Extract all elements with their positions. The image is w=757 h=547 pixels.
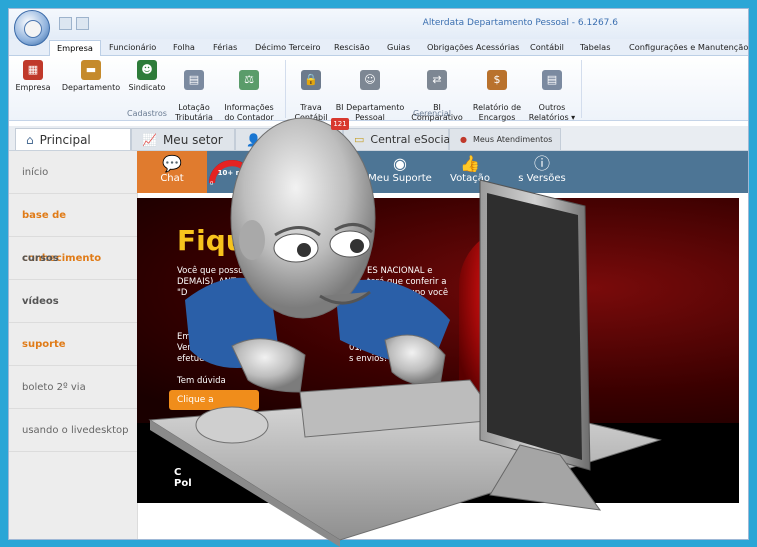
tab-meu-gerente[interactable]: 👤 Meu Gerente	[235, 128, 345, 150]
gauge-min: 0	[210, 181, 214, 187]
tab-funcionario[interactable]: Funcionário	[109, 40, 156, 55]
tab-principal[interactable]: ⌂ Principal	[15, 128, 131, 150]
sidebar-item-boleto[interactable]: boleto 2º via	[9, 366, 137, 409]
support-toolbar: 💬 Chat 10+ min 0 10+ ◉ Meu Suporte 👍 Vot…	[137, 151, 748, 193]
tab-folha[interactable]: Folha	[173, 40, 195, 55]
group-label-cadastros: Cadastros	[127, 109, 167, 118]
banner-title: Fiqu	[177, 224, 246, 257]
meu-suporte-button[interactable]: ◉ Meu Suporte	[365, 154, 435, 185]
sindicato-button[interactable]: ☻ Sindicato	[125, 60, 169, 93]
sidebar-item-base-de-conhecimento[interactable]: base de conhecimento	[9, 194, 137, 264]
informacoes-contador-button[interactable]: ⚖ Informações do Contador	[221, 60, 277, 133]
title-bar: Alterdata Departamento Pessoal - 6.1267.…	[9, 9, 748, 40]
thumbs-icon: 👍	[460, 154, 480, 173]
group-label-gerencial: Gerencial	[413, 109, 451, 118]
trava-contabil-button[interactable]: 🔒 Trava Contábil	[291, 60, 331, 133]
lotacao-tributaria-button[interactable]: ▤ Lotação Tributária	[172, 60, 216, 133]
desk-icon: ▬	[81, 60, 101, 80]
departamento-button[interactable]: ▬ Departamento	[61, 60, 121, 93]
empresa-button[interactable]: ▦ Empresa	[13, 60, 53, 93]
sidebar-item-videos[interactable]: vídeos	[9, 280, 137, 323]
tab-contabil[interactable]: Contábil	[530, 40, 564, 55]
money-report-icon: $	[487, 70, 507, 90]
lock-icon: 🔒	[301, 70, 321, 90]
window-title: Alterdata Departamento Pessoal - 6.1267.…	[422, 18, 618, 28]
ribbon-separator	[581, 60, 582, 118]
tab-meus-atendimentos[interactable]: ● Meus Atendimentos	[449, 128, 561, 150]
banner-text: Tem dúvida	[177, 376, 226, 386]
tab-decimo-terceiro[interactable]: Décimo Terceiro	[255, 40, 321, 55]
banner-text: s deste grupo você	[367, 288, 449, 298]
banner-text: Você que possui emp	[177, 266, 268, 276]
quick-access-toolbar	[59, 17, 89, 30]
outros-relatorios-button[interactable]: ▤ Outros Relatórios ▾	[527, 60, 577, 133]
promo-banner: Fiqu Você que possui emp ES NACIONAL e D…	[137, 198, 739, 423]
chat-icon: 💬	[162, 154, 182, 173]
gauge-max: 10+	[247, 181, 258, 187]
banner-text: terá que conferir a	[367, 277, 447, 287]
chat-button[interactable]: 💬 Chat	[137, 151, 207, 193]
sidebar-item-usando-livedesktop[interactable]: usando o livedesktop	[9, 409, 137, 452]
user-icon: 👤	[246, 133, 261, 147]
tab-obrigacoes[interactable]: Obrigações Acessórias	[427, 40, 519, 55]
bi-icon: ☺	[360, 70, 380, 90]
notification-badge: 121	[331, 118, 349, 130]
info-icon: ⓘ	[533, 154, 550, 173]
ribbon: ▦ Empresa ▬ Departamento ☻ Sindicato ▤ L…	[9, 56, 748, 122]
banner-text: Empresa	[177, 332, 215, 342]
app-logo-icon	[24, 20, 42, 38]
document-icon: ▤	[184, 70, 204, 90]
banner-text: DEMAIS), ANT	[177, 277, 237, 287]
sidebar-item-inicio[interactable]: início	[9, 151, 137, 194]
ribbon-separator	[285, 60, 286, 118]
ribbon-tab-row: Empresa Funcionário Folha Férias Décimo …	[9, 39, 748, 56]
sidebar-item-suporte[interactable]: suporte	[9, 323, 137, 366]
headset-icon: ◉	[393, 154, 407, 173]
banner-text: Verifique se a	[177, 343, 235, 353]
gauge-value: 10+ min	[217, 169, 251, 177]
bottom-banner: C Pol	[137, 423, 739, 503]
tab-central-esocial[interactable]: ▭ Central eSocial	[343, 128, 453, 150]
bi-comparativo-button[interactable]: ⇄ BI Comparativo	[409, 60, 465, 133]
tab-rescisao[interactable]: Rescisão	[334, 40, 370, 55]
tab-empresa[interactable]: Empresa	[49, 40, 101, 56]
chart-icon: 📈	[142, 133, 157, 147]
navigation-tabs: ⌂ Principal 📈 Meu setor 👤 Meu Gerente ▭ Cent…	[9, 126, 748, 151]
banner-text: ES NACIONAL e	[367, 266, 433, 276]
compare-icon: ⇄	[427, 70, 447, 90]
tab-meu-setor[interactable]: 📈 Meu setor	[131, 128, 235, 150]
tab-ferias[interactable]: Férias	[213, 40, 237, 55]
bottom-banner-text: C Pol	[174, 467, 192, 489]
reports-icon: ▤	[542, 70, 562, 90]
app-menu-orb[interactable]	[14, 10, 50, 46]
tab-configuracoes[interactable]: Configurações e Manutenção	[629, 40, 748, 55]
banner-text: efetue o devi	[177, 354, 234, 364]
tab-guias[interactable]: Guias	[387, 40, 410, 55]
banner-text: s envios!	[349, 354, 388, 364]
home-icon: ⌂	[26, 133, 34, 147]
banner-text: "D	[177, 288, 188, 298]
support-icon: ●	[460, 135, 467, 144]
sidebar: início base de conhecimento cursos vídeo…	[9, 151, 138, 539]
scales-icon: ⚖	[239, 70, 259, 90]
siren-image	[459, 226, 579, 416]
save-icon[interactable]	[59, 17, 72, 30]
building-icon: ▦	[23, 60, 43, 80]
banner-text: e acesse	[367, 332, 405, 342]
versoes-button[interactable]: ⓘ s Versões	[507, 154, 577, 185]
wait-time-gauge: 10+ min 0 10+	[207, 155, 258, 187]
banner-text: 01/2019 e	[349, 343, 393, 353]
banner-cta-button[interactable]: Clique a	[169, 390, 259, 410]
undo-icon[interactable]	[76, 17, 89, 30]
votacao-button[interactable]: 👍 Votação	[447, 154, 493, 185]
relatorio-encargos-button[interactable]: $ Relatório de Encargos	[469, 60, 525, 133]
tab-tabelas[interactable]: Tabelas	[580, 40, 610, 55]
people-icon: ☻	[137, 60, 157, 80]
folder-icon: ▭	[354, 133, 365, 146]
